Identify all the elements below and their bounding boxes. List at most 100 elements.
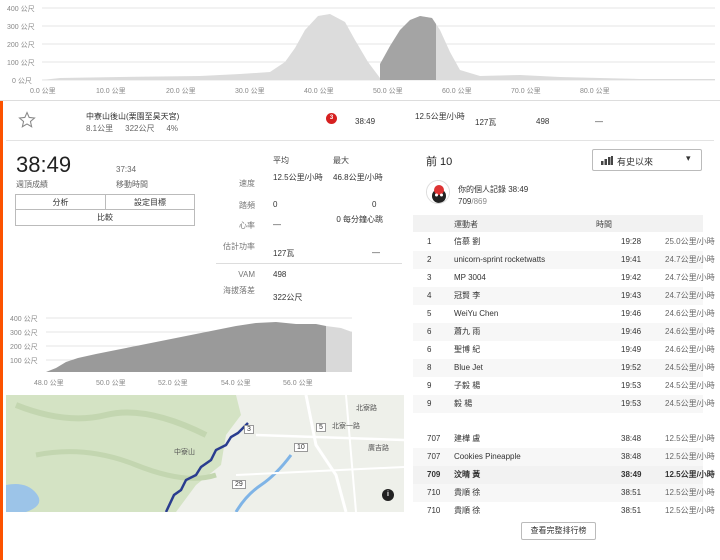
avatar[interactable] [426, 180, 450, 204]
athlete-name[interactable]: 冠賢 李 [454, 287, 480, 305]
segment-row[interactable]: 中寮山後山(栗園至昊天宮) 8.1公里 322公尺 4% 3 38:49 12.5公… [6, 103, 714, 141]
segment-name[interactable]: 中寮山後山(栗園至昊天宮) [86, 111, 179, 122]
analysis-button[interactable]: 分析 [16, 195, 106, 210]
speed-cell: 24.6公里/小時 [665, 327, 715, 336]
rank-cell: 8 [427, 363, 432, 372]
x-tick: 56.0 公里 [283, 380, 313, 387]
segment-dash: — [595, 117, 603, 126]
stat-label-elev-diff: 海拔落差 [223, 286, 255, 295]
leaderboard-row[interactable]: 1 信慕 劉 19:28 25.0公里/小時 [413, 233, 715, 251]
athlete-name[interactable]: unicorn-sprint rocketwatts [454, 251, 545, 269]
segment-speed: 12.5公里/小時 [415, 112, 465, 121]
stat-max-cadence: 0 [372, 200, 377, 209]
leaderboard-row[interactable]: 3 MP 3004 19:42 24.7公里/小時 [413, 269, 715, 287]
athlete-name[interactable]: 蕭九 雨 [454, 323, 480, 341]
athlete-name[interactable]: WeiYu Chen [454, 305, 498, 323]
x-tick: 20.0 公里 [166, 88, 196, 95]
leaderboard-filter-dropdown[interactable]: 有史以來 ▾ [592, 149, 702, 171]
leaderboard-row[interactable]: 707 建樺 盧 38:48 12.5公里/小時 [413, 430, 715, 448]
leaderboard-row[interactable]: 6 蕭九 雨 19:46 24.6公里/小時 [413, 323, 715, 341]
x-tick: 30.0 公里 [235, 88, 265, 95]
segment-heart-rate: 498 [536, 117, 550, 126]
info-icon[interactable]: i [382, 489, 394, 501]
x-tick: 48.0 公里 [34, 380, 64, 387]
rank-cell: 707 [427, 452, 441, 461]
col-athlete: 運動者 [454, 220, 478, 229]
x-tick: 10.0 公里 [96, 88, 126, 95]
leaderboard-row[interactable]: 6 聖博 紀 19:49 24.6公里/小時 [413, 341, 715, 359]
y-tick: 300 公尺 [10, 330, 38, 337]
athlete-name[interactable]: 建樺 盧 [454, 430, 480, 448]
compare-button[interactable]: 比較 [16, 210, 194, 225]
personal-record: 你的個人記錄 38:49 [458, 185, 529, 194]
stat-label-speed: 速度 [239, 179, 255, 188]
time-cell: 38:48 [621, 434, 642, 443]
view-full-leaderboard-button[interactable]: 查看完整排行榜 [521, 522, 596, 540]
athlete-name[interactable]: 貴順 徐 [454, 484, 480, 502]
y-tick: 100 公尺 [7, 60, 35, 67]
y-tick: 400 公尺 [10, 316, 38, 323]
rank-cell: 4 [427, 291, 432, 300]
athlete-name[interactable]: Cookies Pineapple [454, 448, 521, 466]
leaderboard-header: 運動者 時間 [413, 215, 703, 232]
speed-cell: 24.5公里/小時 [665, 381, 715, 390]
road-number: 3 [244, 425, 254, 434]
stat-max-speed: 46.8公里/小時 [333, 173, 383, 182]
activity-elevation-chart[interactable]: 400 公尺 300 公尺 200 公尺 100 公尺 0 公尺 0.0 公里 … [0, 0, 720, 96]
col-time: 時間 [596, 220, 612, 229]
stat-max-heart-rate: 0 每分鐘心跳 [336, 215, 383, 224]
leaderboard-row[interactable]: 4 冠賢 李 19:43 24.7公里/小時 [413, 287, 715, 305]
speed-cell: 12.5公里/小時 [665, 470, 715, 479]
filter-label: 有史以來 [617, 157, 654, 167]
road-number: 10 [294, 443, 308, 452]
rank-cell: 6 [427, 345, 432, 354]
segment-map[interactable]: 中寮山 北寮路 北寮一路 廣吉路 3 10 5 29 i [6, 395, 404, 512]
leaderboard-row[interactable]: 707 Cookies Pineapple 38:48 12.5公里/小時 [413, 448, 715, 466]
leaderboard-row[interactable]: 709 汶晴 黃 38:49 12.5公里/小時 [413, 466, 715, 484]
athlete-name[interactable]: MP 3004 [454, 269, 486, 287]
speed-cell: 24.6公里/小時 [665, 345, 715, 354]
leaderboard-row[interactable]: 8 Blue Jet 19:52 24.5公里/小時 [413, 359, 715, 377]
speed-cell: 25.0公里/小時 [665, 237, 715, 246]
leaderboard-row[interactable]: 710 貴順 徐 38:51 12.5公里/小時 [413, 484, 715, 502]
y-tick: 200 公尺 [10, 344, 38, 351]
leaderboard-row[interactable]: 710 貴順 徐 38:51 12.5公里/小時 [413, 502, 715, 520]
x-tick: 54.0 公里 [221, 380, 251, 387]
y-tick: 400 公尺 [7, 6, 35, 13]
segment-elevation-chart[interactable]: 400 公尺 300 公尺 200 公尺 100 公尺 48.0 公里 50.0… [6, 310, 404, 390]
athlete-name[interactable]: 汶晴 黃 [454, 466, 480, 484]
personal-rank-total: /869 [471, 197, 487, 206]
map-label: 北寮一路 [332, 423, 360, 430]
athlete-name[interactable]: 聖博 紀 [454, 341, 480, 359]
leaderboard-row[interactable]: 5 WeiYu Chen 19:46 24.6公里/小時 [413, 305, 715, 323]
leaderboard-row[interactable]: 9 毅 楊 19:53 24.5公里/小時 [413, 395, 715, 413]
set-goal-button[interactable]: 設定目標 [106, 195, 194, 210]
elapsed-time: 38:49 [16, 152, 72, 177]
time-cell: 19:46 [621, 309, 642, 318]
time-cell: 19:28 [621, 237, 642, 246]
leaderboard-row[interactable]: 9 子毅 楊 19:53 24.5公里/小時 [413, 377, 715, 395]
speed-cell: 24.7公里/小時 [665, 255, 715, 264]
segment-time: 38:49 [355, 117, 376, 126]
rank-cell: 9 [427, 399, 432, 408]
rank-badge: 3 [326, 113, 337, 124]
leaderboard-row[interactable]: 2 unicorn-sprint rocketwatts 19:41 24.7公里/小… [413, 251, 715, 269]
time-cell: 38:48 [621, 452, 642, 461]
athlete-name[interactable]: 子毅 楊 [454, 377, 480, 395]
rank-cell: 710 [427, 488, 441, 497]
time-cell: 38:51 [621, 506, 642, 515]
time-cell: 19:49 [621, 345, 642, 354]
y-tick: 0 公尺 [12, 78, 32, 85]
map-label: 中寮山 [174, 449, 195, 456]
time-cell: 19:52 [621, 363, 642, 372]
athlete-name[interactable]: Blue Jet [454, 359, 483, 377]
star-icon[interactable] [18, 111, 36, 129]
stat-vam: 498 [273, 270, 287, 279]
stat-max-power: — [372, 248, 380, 257]
stat-avg-speed: 12.5公里/小時 [273, 173, 323, 182]
athlete-name[interactable]: 貴順 徐 [454, 502, 480, 520]
x-tick: 60.0 公里 [442, 88, 472, 95]
athlete-name[interactable]: 毅 楊 [454, 395, 472, 413]
athlete-name[interactable]: 信慕 劉 [454, 233, 480, 251]
map-label: 北寮路 [356, 405, 377, 412]
